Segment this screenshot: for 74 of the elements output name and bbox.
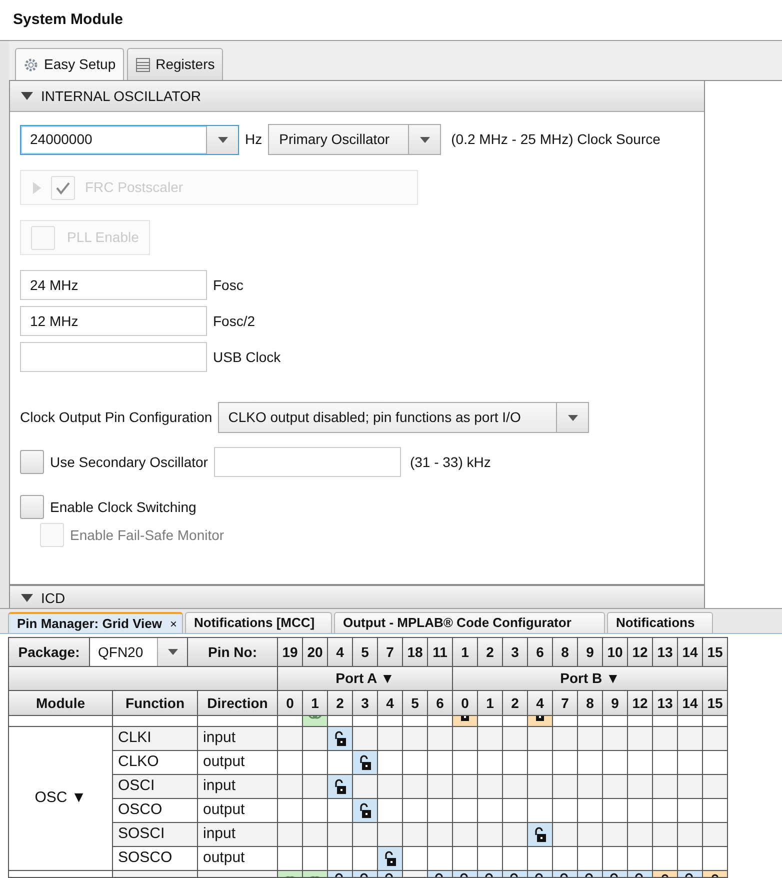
- column-header: Module: [8, 691, 113, 716]
- bit-header: 4: [378, 691, 403, 716]
- clock-source-select[interactable]: Primary Oscillator: [268, 124, 442, 155]
- pin-number: 11: [428, 637, 453, 667]
- direction-cell: input: [198, 775, 278, 799]
- bit-header: 3: [353, 691, 378, 716]
- bit-header: 4: [528, 691, 553, 716]
- pin-number: 15: [703, 637, 728, 667]
- pin-number: 5: [353, 637, 378, 667]
- pin-number: 7: [378, 637, 403, 667]
- direction-cell: input: [198, 823, 278, 847]
- pin-number: 14: [678, 637, 703, 667]
- function-cell: CLKI: [113, 727, 198, 751]
- pin-number: 12: [628, 637, 653, 667]
- range-label: (31 - 33) kHz: [410, 452, 491, 472]
- package-combo[interactable]: QFN20: [90, 637, 188, 667]
- pin-number: 18: [403, 637, 428, 667]
- bit-header: 2: [328, 691, 353, 716]
- option-label: Enable Fail-Safe Monitor: [70, 526, 224, 544]
- tab[interactable]: Easy Setup: [15, 48, 124, 80]
- unit-label: Hz: [245, 130, 262, 149]
- pin-number: 10: [603, 637, 628, 667]
- field-label: Clock Output Pin Configuration: [20, 408, 212, 427]
- direction-cell: input: [198, 727, 278, 751]
- column-header: Direction: [198, 691, 278, 716]
- section-header[interactable]: INTERNAL OSCILLATOR: [10, 81, 704, 112]
- option-label: Use Secondary Oscillator: [50, 452, 208, 472]
- bit-header: 1: [303, 691, 328, 716]
- pin-number: 2: [478, 637, 503, 667]
- bit-header: 9: [603, 691, 628, 716]
- column-header: Function: [113, 691, 198, 716]
- pin-number: 13: [653, 637, 678, 667]
- bit-header: 14: [678, 691, 703, 716]
- bit-header: 15: [703, 691, 728, 716]
- pin-number: 3: [503, 637, 528, 667]
- field-label: Fosc: [213, 276, 244, 294]
- bit-header: 0: [278, 691, 303, 716]
- package-label: Package:: [8, 637, 90, 667]
- pin-label: Pin No:: [188, 637, 278, 667]
- tab[interactable]: Notifications [MCC]: [185, 612, 332, 633]
- option-label: Enable Clock Switching: [50, 498, 196, 517]
- function-cell: SOSCI: [113, 823, 198, 847]
- bit-header: 1: [478, 691, 503, 716]
- pin-number: 19: [278, 637, 303, 667]
- range-label: (0.2 MHz - 25 MHz) Clock Source: [451, 130, 660, 149]
- bit-header: 8: [578, 691, 603, 716]
- clock-output-select[interactable]: CLKO output disabled; pin functions as port I/O: [218, 402, 590, 433]
- tab[interactable]: Pin Manager: Grid View ×: [8, 612, 183, 633]
- tab[interactable]: Registers: [126, 48, 223, 80]
- field-label: USB Clock: [213, 348, 281, 366]
- pin-number: 1: [453, 637, 478, 667]
- bit-header: 5: [403, 691, 428, 716]
- bit-header: 7: [553, 691, 578, 716]
- frequency-combo[interactable]: 24000000: [20, 124, 239, 154]
- output-field[interactable]: 12 MHz: [20, 306, 207, 336]
- pin-number: 4: [328, 637, 353, 667]
- function-cell: OSCI: [113, 775, 198, 799]
- field-label: Fosc/2: [213, 312, 256, 330]
- bit-header: 12: [628, 691, 653, 716]
- pin-number: 8: [553, 637, 578, 667]
- pin-number: 6: [528, 637, 553, 667]
- bit-header: 2: [503, 691, 528, 716]
- output-field[interactable]: 24 MHz: [20, 270, 207, 300]
- bit-header: 0: [453, 691, 478, 716]
- close-button[interactable]: ×: [170, 618, 177, 630]
- section-header[interactable]: ICD: [10, 584, 704, 608]
- bit-header: 6: [428, 691, 453, 716]
- port-header[interactable]: Port A ▼: [278, 667, 453, 691]
- pin-number: 9: [578, 637, 603, 667]
- bit-header: 13: [653, 691, 678, 716]
- port-header[interactable]: Port B ▼: [453, 667, 728, 691]
- pin-number: 20: [303, 637, 328, 667]
- tab[interactable]: Notifications: [607, 612, 713, 633]
- tab[interactable]: Output - MPLAB® Code Configurator: [334, 612, 605, 633]
